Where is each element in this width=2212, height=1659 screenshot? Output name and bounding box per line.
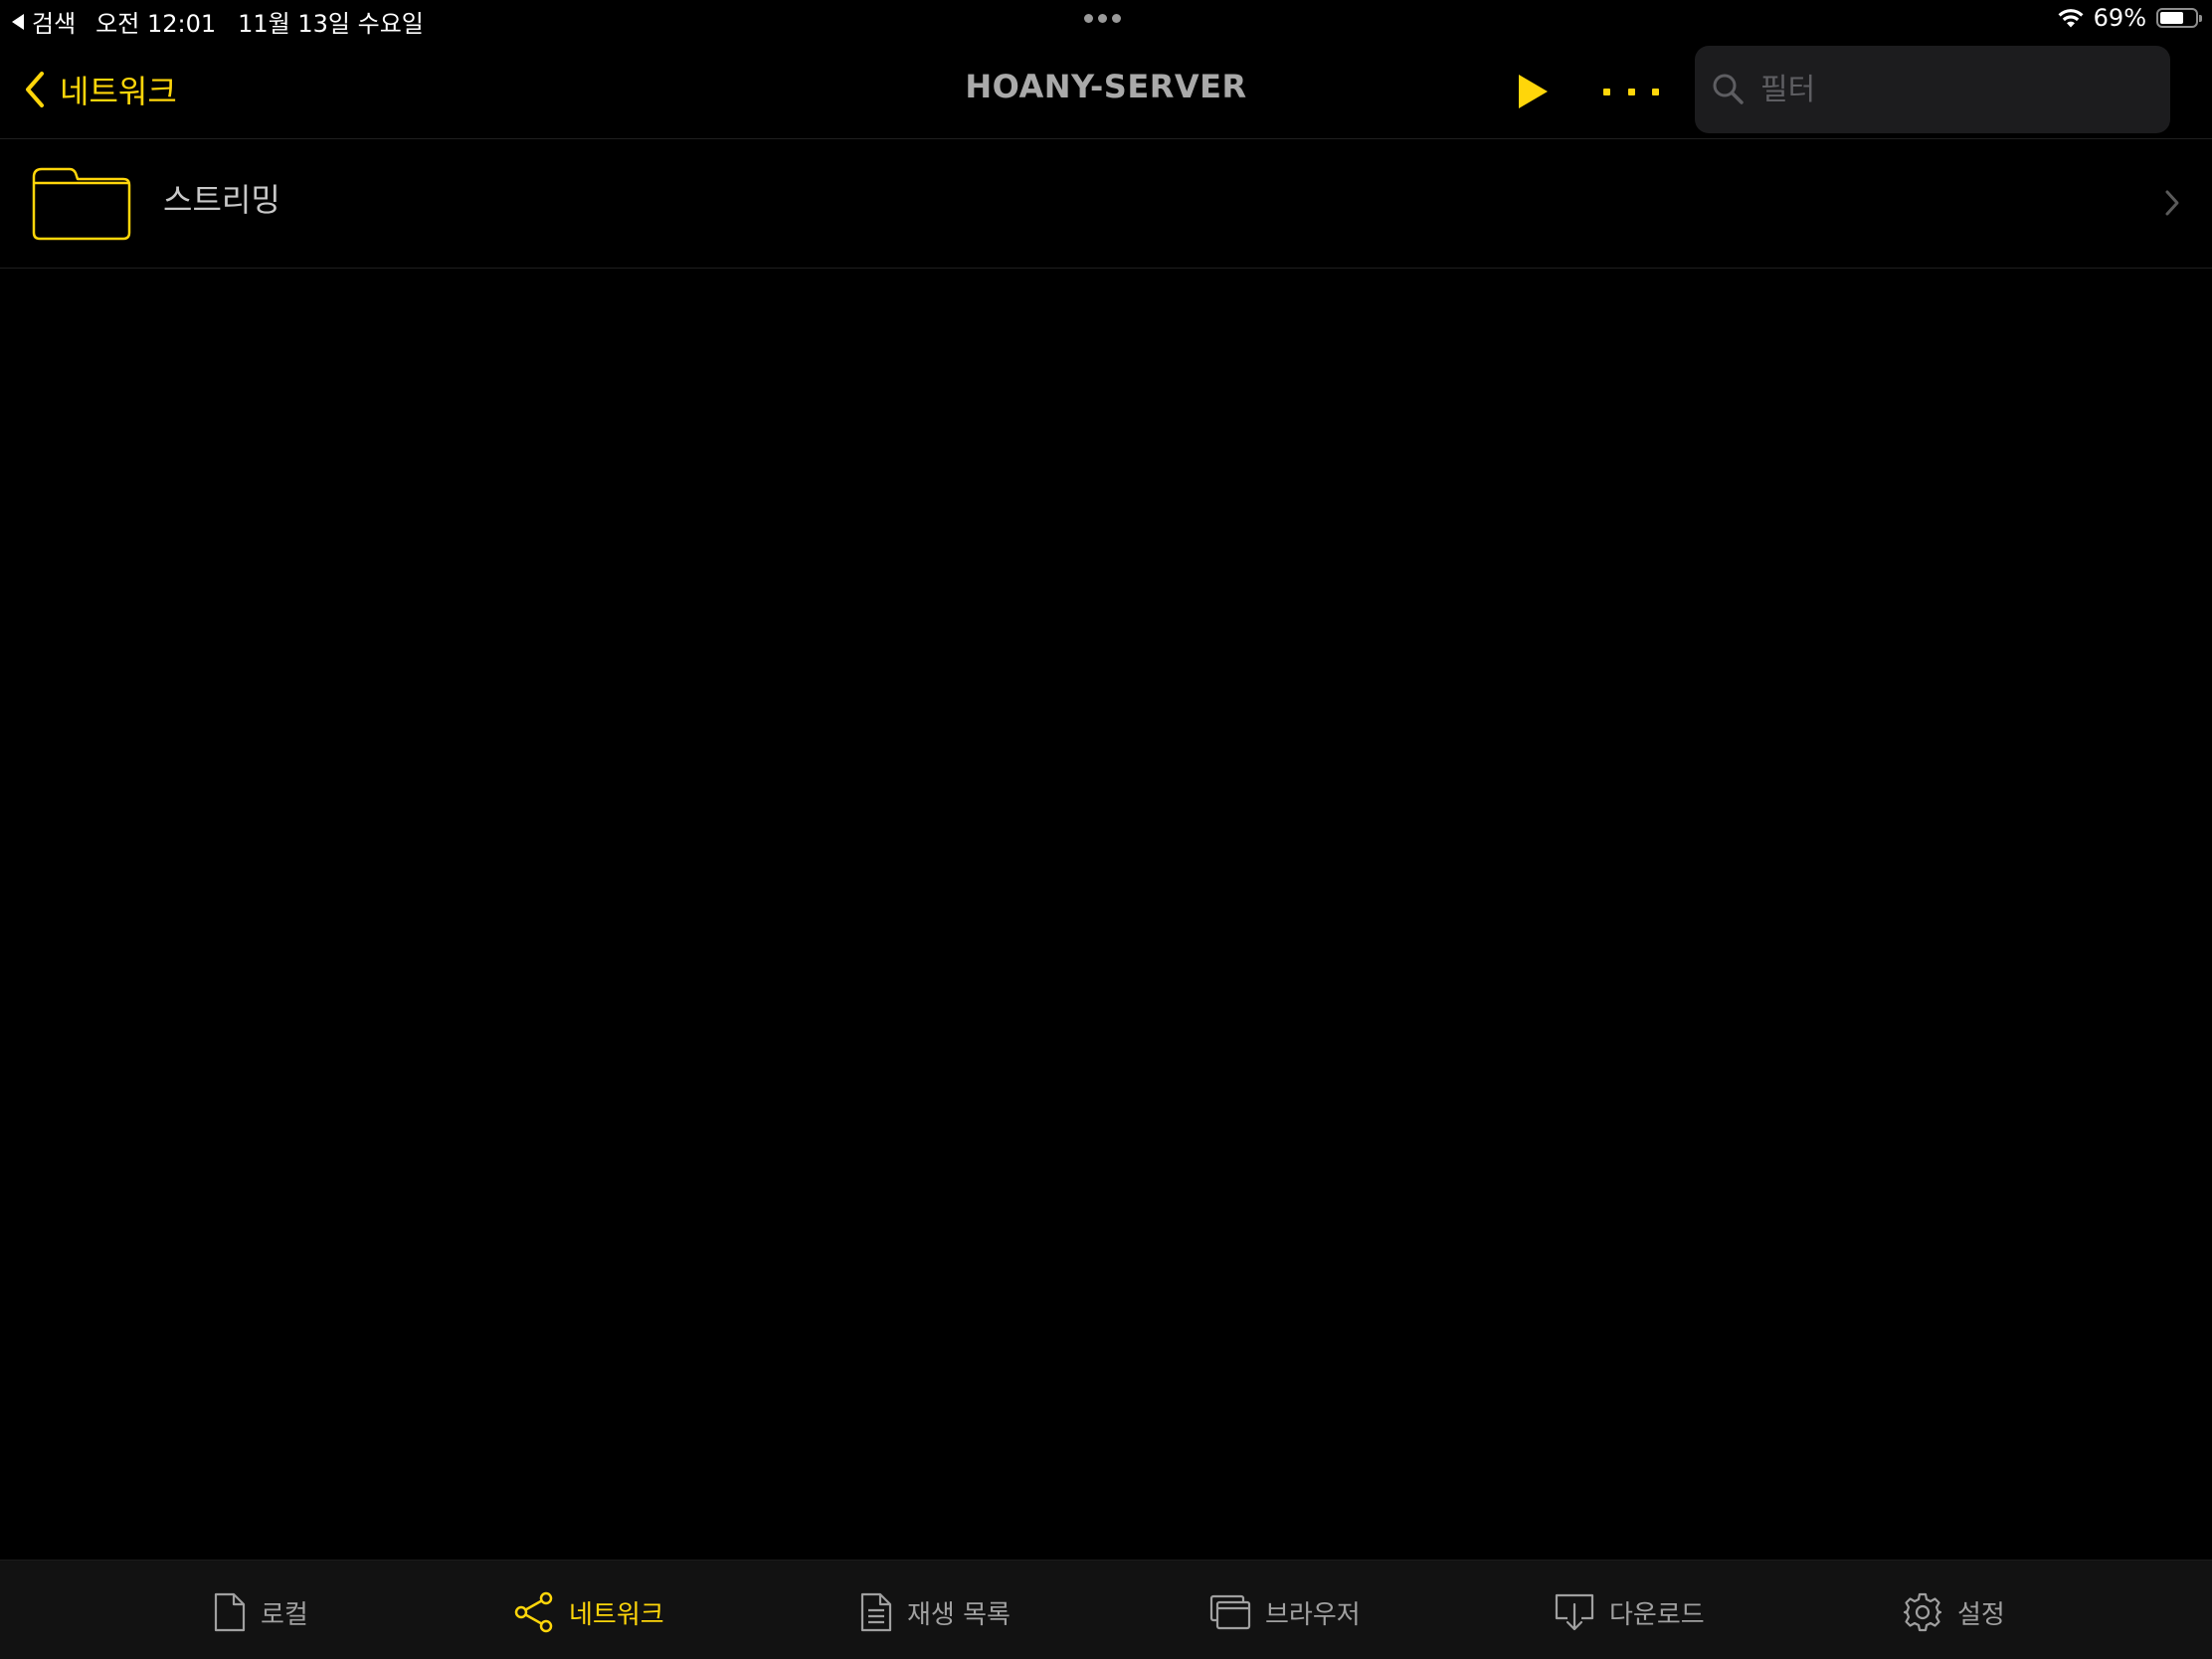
share-network-icon	[514, 1591, 553, 1633]
playlist-icon	[860, 1592, 892, 1632]
tab-label: 로컬	[261, 1599, 308, 1630]
download-icon	[1555, 1593, 1594, 1631]
tab-network[interactable]: 네트워크	[513, 1590, 664, 1634]
wifi-icon	[2058, 9, 2084, 28]
gear-icon	[1903, 1592, 1942, 1632]
file-list: 스트리밍	[0, 139, 2212, 269]
battery-icon	[2156, 8, 2202, 28]
more-dot-icon	[1603, 88, 1610, 95]
tab-label: 다운로드	[1609, 1599, 1705, 1630]
status-time: 오전 12:01	[95, 10, 217, 38]
tab-settings[interactable]: 설정	[1902, 1590, 2005, 1634]
back-triangle-icon	[12, 13, 24, 30]
multitasking-handle[interactable]	[1084, 14, 1121, 23]
document-icon	[214, 1592, 246, 1632]
tab-label: 브라우저	[1265, 1599, 1361, 1630]
status-indicators: 69%	[2056, 4, 2202, 32]
tab-label: 설정	[1957, 1599, 2005, 1630]
search-field[interactable]	[1695, 46, 2170, 133]
status-bar: 검색 오전 12:01 11월 13일 수요일 69%	[0, 0, 2212, 40]
search-input[interactable]	[1758, 71, 2160, 108]
list-item-label: 스트리밍	[163, 181, 280, 219]
multitask-dot	[1084, 14, 1093, 23]
tab-label: 네트워크	[569, 1599, 664, 1630]
browser-window-icon	[1209, 1594, 1251, 1630]
chevron-right-icon	[2165, 190, 2179, 216]
more-options-button[interactable]	[1603, 70, 1659, 113]
status-back-app-label: 검색	[32, 10, 77, 38]
status-date: 11월 13일 수요일	[238, 10, 424, 38]
multitask-dot	[1098, 14, 1107, 23]
play-icon	[1519, 75, 1548, 108]
folder-icon	[32, 167, 131, 241]
status-back-to-app[interactable]: 검색 오전 12:01 11월 13일 수요일	[12, 4, 424, 39]
list-item[interactable]: 스트리밍	[0, 139, 2212, 269]
multitask-dot	[1112, 14, 1121, 23]
tab-local[interactable]: 로컬	[213, 1590, 308, 1634]
tab-label: 재생 목록	[907, 1599, 1011, 1630]
more-dot-icon	[1652, 88, 1659, 95]
tab-bar: 로컬 네트워크 재생 목록 브라우저 다운로드 설정	[0, 1560, 2212, 1659]
screen: 검색 오전 12:01 11월 13일 수요일 69% 네트워크 HOANY-S…	[0, 0, 2212, 1659]
tab-download[interactable]: 다운로드	[1554, 1590, 1705, 1634]
tab-browser[interactable]: 브라우저	[1209, 1590, 1361, 1634]
play-button[interactable]	[1510, 70, 1554, 113]
navigation-bar: 네트워크 HOANY-SERVER	[0, 40, 2212, 139]
battery-percent: 69%	[2093, 4, 2146, 32]
more-dot-icon	[1627, 88, 1635, 95]
search-icon	[1713, 74, 1744, 104]
battery-fill	[2160, 12, 2184, 24]
tab-playlist[interactable]: 재생 목록	[859, 1590, 1011, 1634]
